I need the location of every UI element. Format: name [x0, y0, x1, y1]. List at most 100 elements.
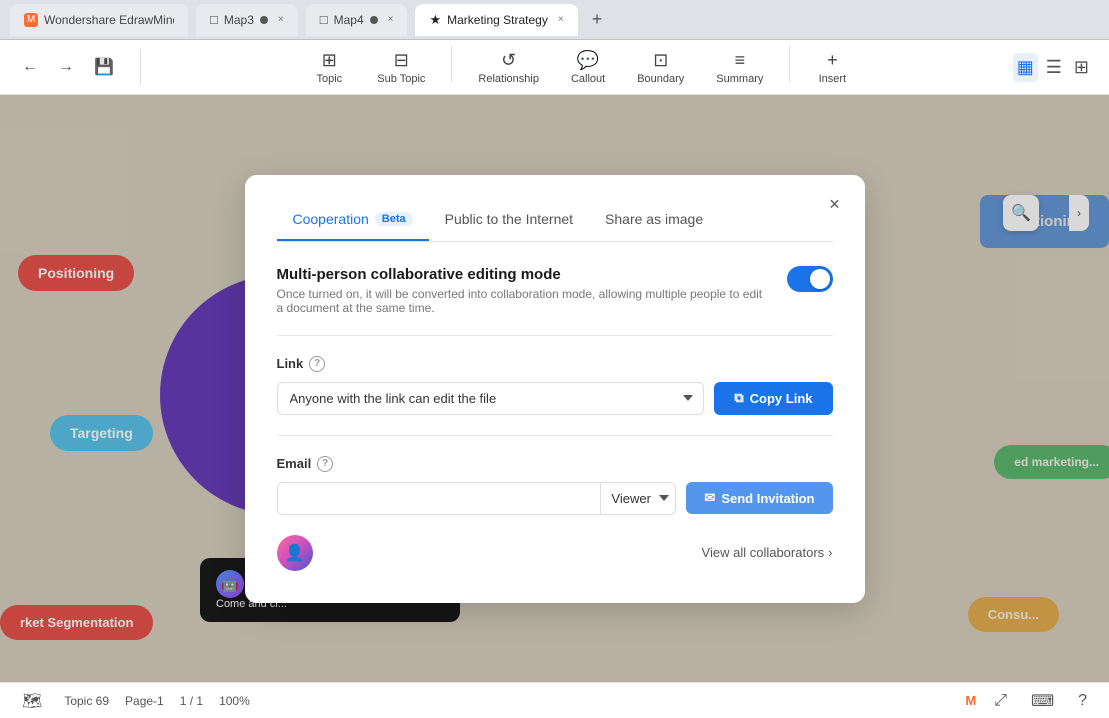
map-icon: 🗺	[22, 693, 42, 710]
slide-view-button[interactable]: ⊞	[1070, 53, 1093, 82]
edrawmind-logo: M	[965, 693, 976, 708]
link-help-icon[interactable]: ?	[309, 356, 325, 372]
tool-topic[interactable]: ⊞ Topic	[299, 46, 359, 89]
send-invitation-label: Send Invitation	[721, 491, 814, 506]
tool-boundary-label: Boundary	[637, 73, 684, 85]
beta-badge: Beta	[375, 212, 413, 226]
tab-marketing[interactable]: ★ Marketing Strategy ×	[415, 4, 577, 36]
tab-map4-close[interactable]: ×	[388, 14, 394, 25]
toggle-slider	[787, 266, 833, 292]
share-modal: × Cooperation Beta Public to the Interne…	[245, 175, 865, 603]
copy-link-icon: ⧉	[734, 390, 743, 406]
page-range: 1 / 1	[180, 694, 203, 708]
forward-button[interactable]: →	[52, 53, 80, 81]
email-controls: Viewer Editor	[277, 482, 677, 515]
view-buttons: ▦ ☰ ⊞	[1013, 53, 1093, 82]
share-image-tab-label: Share as image	[605, 211, 703, 227]
status-bar: 🗺 Topic 69 Page-1 1 / 1 100% M ⤢ ⌨ ?	[0, 682, 1109, 718]
new-tab-button[interactable]: +	[586, 9, 609, 30]
view-all-collaborators-link[interactable]: View all collaborators ›	[702, 545, 833, 560]
help-icon: ?	[1078, 692, 1087, 709]
map-icon-button[interactable]: 🗺	[16, 689, 48, 713]
send-invitation-button[interactable]: ✉ Send Invitation	[686, 482, 832, 514]
subtopic-icon: ⊟	[394, 50, 409, 71]
email-input[interactable]	[278, 483, 601, 514]
tool-topic-label: Topic	[316, 73, 342, 85]
email-section: Email ? Viewer Editor ✉ Send Invitation	[277, 456, 833, 515]
status-bar-right: M ⤢ ⌨ ?	[965, 689, 1093, 713]
tool-callout[interactable]: 💬 Callout	[557, 46, 619, 89]
map-view-button[interactable]: ▦	[1013, 53, 1038, 82]
tool-boundary[interactable]: ⊡ Boundary	[623, 46, 698, 89]
collaboration-section: Multi-person collaborative editing mode …	[277, 266, 833, 336]
tools-divider	[451, 46, 452, 82]
insert-icon: +	[827, 50, 838, 71]
browser-chrome: M Wondershare EdrawMind □ Map3 × □ Map4 …	[0, 0, 1109, 40]
outline-view-button[interactable]: ☰	[1042, 53, 1066, 82]
tool-subtopic-label: Sub Topic	[377, 73, 425, 85]
tool-summary[interactable]: ≡ Summary	[702, 46, 777, 89]
fullscreen-icon: ⤢	[994, 692, 1007, 709]
modal-tabs: Cooperation Beta Public to the Internet …	[277, 203, 833, 242]
tab-share-image[interactable]: Share as image	[589, 203, 719, 241]
collaborator-avatar: 👤	[277, 535, 313, 571]
collaboration-title: Multi-person collaborative editing mode	[277, 266, 771, 283]
back-button[interactable]: ←	[16, 53, 44, 81]
canvas-area: Positioning Targeting rket Segmentation …	[0, 95, 1109, 682]
edrawmind-favicon: M	[24, 13, 38, 27]
help-button[interactable]: ?	[1072, 690, 1093, 712]
modal-overlay: × Cooperation Beta Public to the Interne…	[0, 95, 1109, 682]
tab-cooperation[interactable]: Cooperation Beta	[277, 203, 429, 241]
public-tab-label: Public to the Internet	[445, 211, 573, 227]
tab-edrawmind-label: Wondershare EdrawMind	[44, 13, 174, 27]
tool-relationship[interactable]: ↺ Relationship	[464, 46, 553, 89]
cooperation-tab-label: Cooperation	[293, 211, 369, 227]
link-permission-select[interactable]: Anyone with the link can edit the file A…	[277, 382, 705, 415]
zoom-level: 100%	[219, 694, 250, 708]
nav-controls: ← → 💾	[16, 53, 120, 81]
link-controls: Anyone with the link can edit the file A…	[277, 382, 833, 415]
relationship-icon: ↺	[501, 50, 516, 71]
collaborators-row: 👤 View all collaborators ›	[277, 535, 833, 571]
tab-map4[interactable]: □ Map4 ×	[306, 4, 408, 36]
tab-edrawmind[interactable]: M Wondershare EdrawMind	[10, 4, 188, 36]
summary-icon: ≡	[735, 50, 746, 71]
tab-public[interactable]: Public to the Internet	[429, 203, 589, 241]
topic-count: Topic 69	[64, 694, 109, 708]
tool-subtopic[interactable]: ⊟ Sub Topic	[363, 46, 439, 89]
marketing-favicon: ★	[429, 12, 441, 28]
viewer-select[interactable]: Viewer Editor	[600, 483, 675, 514]
toolbar-divider	[140, 49, 141, 85]
tab-map4-dot	[370, 16, 378, 24]
boundary-icon: ⊡	[653, 50, 668, 71]
fullscreen-button[interactable]: ⤢	[988, 690, 1013, 712]
tools-divider2	[789, 46, 790, 82]
tab-marketing-close[interactable]: ×	[558, 14, 564, 25]
tool-callout-label: Callout	[571, 73, 605, 85]
save-button[interactable]: 💾	[88, 53, 120, 81]
modal-close-button[interactable]: ×	[821, 191, 849, 219]
tab-map3[interactable]: □ Map3 ×	[196, 4, 298, 36]
chevron-right-icon: ›	[828, 545, 832, 560]
callout-icon: 💬	[577, 50, 599, 71]
topic-icon: ⊞	[322, 50, 337, 71]
map4-favicon: □	[320, 12, 328, 27]
tool-insert-label: Insert	[819, 73, 847, 85]
map3-favicon: □	[210, 12, 218, 27]
main-toolbar: ← → 💾 ⊞ Topic ⊟ Sub Topic ↺ Relationship…	[0, 40, 1109, 95]
tab-marketing-label: Marketing Strategy	[447, 13, 548, 27]
page-label: Page-1	[125, 694, 164, 708]
copy-link-button[interactable]: ⧉ Copy Link	[714, 382, 832, 415]
keyboard-icon: ⌨	[1031, 693, 1054, 710]
collaboration-toggle[interactable]	[787, 266, 833, 292]
tab-map3-close[interactable]: ×	[278, 14, 284, 25]
tab-map3-label: Map3	[224, 13, 254, 27]
tab-map3-dot	[260, 16, 268, 24]
tool-insert[interactable]: + Insert	[802, 46, 862, 89]
keyboard-shortcut-button[interactable]: ⌨	[1025, 689, 1060, 713]
link-label: Link ?	[277, 356, 833, 372]
tool-summary-label: Summary	[716, 73, 763, 85]
email-help-icon[interactable]: ?	[317, 456, 333, 472]
link-section: Link ? Anyone with the link can edit the…	[277, 356, 833, 436]
copy-link-label: Copy Link	[750, 391, 813, 406]
